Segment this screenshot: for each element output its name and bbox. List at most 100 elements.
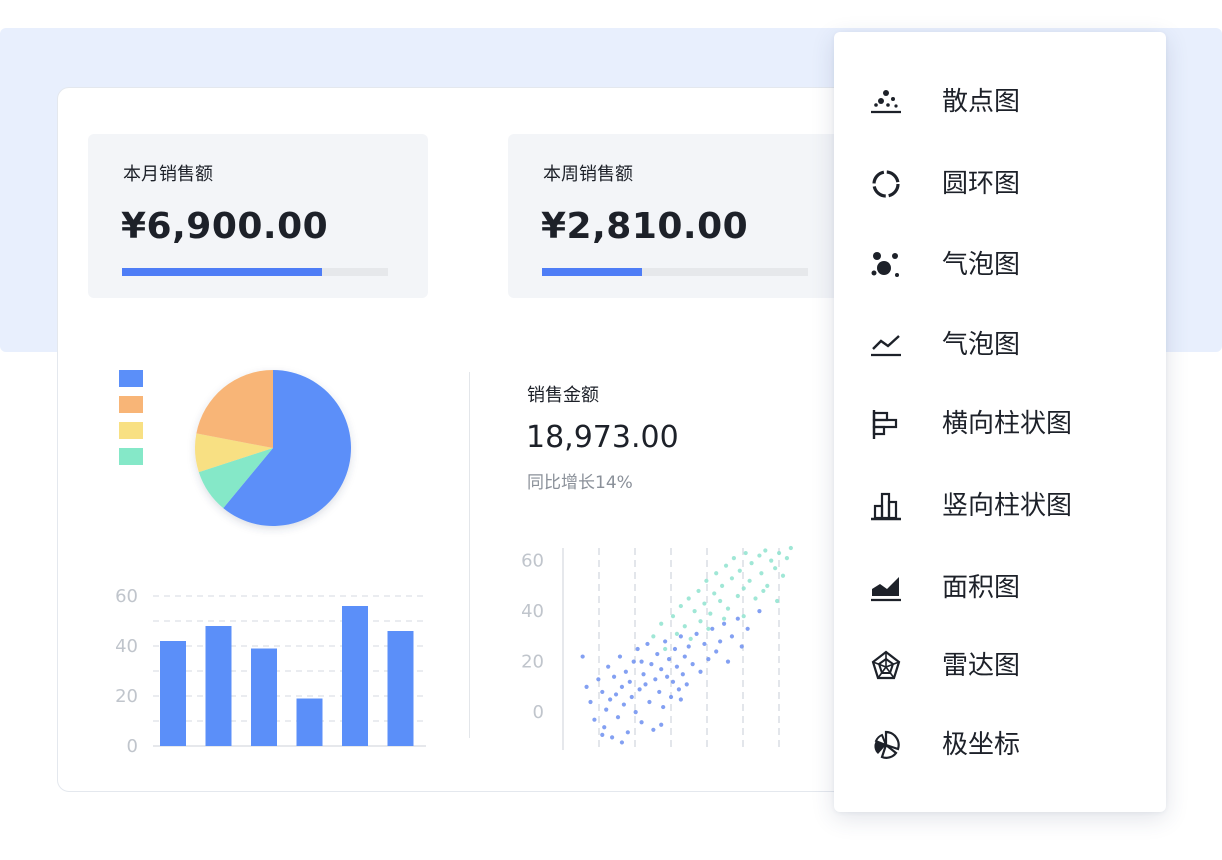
scatter-point (749, 561, 754, 566)
menu-item-vertical-bar[interactable]: 竖向柱状图 (834, 478, 1166, 534)
scatter-point (623, 669, 628, 674)
scatter-point (743, 550, 748, 556)
menu-item-horizontal-bar[interactable]: 横向柱状图 (834, 396, 1166, 452)
scatter-point (651, 634, 656, 639)
scatter-point (600, 689, 605, 695)
scatter-point (710, 626, 715, 631)
menu-item-polar[interactable]: 极坐标 (834, 717, 1166, 773)
menu-item-line[interactable]: 气泡图 (834, 317, 1166, 373)
scatter-point (625, 730, 630, 735)
monthly-sales-stat: 本月销售额 ¥6,900.00 (88, 134, 428, 298)
scatter-point (706, 657, 711, 662)
bubble-chart-icon (871, 252, 899, 277)
scatter-point (610, 735, 615, 740)
scatter-point (729, 576, 735, 581)
scatter-point (741, 586, 746, 591)
scatter-chart-icon (871, 90, 901, 114)
scatter-point (584, 684, 589, 689)
scatter-point (663, 639, 668, 644)
scatter-point (647, 699, 652, 705)
scatter-point (686, 596, 691, 601)
scatter-point (714, 571, 719, 576)
scatter-point (617, 654, 623, 659)
scatter-point (655, 651, 660, 657)
scatter-point (580, 654, 585, 659)
scatter-point (665, 674, 670, 679)
scatter-point (773, 566, 778, 571)
scatter-point (670, 614, 676, 619)
scatter-point (668, 694, 674, 700)
scatter-point (659, 621, 664, 626)
scatter-point (692, 609, 697, 614)
scatter-point (621, 702, 626, 707)
scatter-point (698, 619, 703, 624)
legend-swatch (119, 448, 143, 465)
menu-item-ring[interactable]: 圆环图 (834, 156, 1166, 212)
scatter-point (694, 631, 699, 636)
scatter-point (775, 598, 780, 604)
y-tick-label: 40 (115, 636, 138, 657)
scatter-point (678, 697, 683, 702)
scatter-chart: 0 20 40 60 (521, 545, 793, 750)
vertical-bar-chart-icon (871, 492, 901, 521)
legend-swatch (119, 422, 143, 439)
scatter-point (659, 667, 664, 672)
scatter-point (763, 548, 768, 553)
scatter-point (720, 583, 725, 588)
scatter-point (682, 624, 687, 629)
scatter-point (608, 697, 613, 702)
scatter-point (721, 616, 727, 621)
scatter-point (735, 593, 740, 599)
scatter-point (651, 727, 656, 732)
menu-item-bubble[interactable]: 气泡图 (834, 237, 1166, 293)
bar (342, 606, 368, 746)
scatter-point (753, 596, 758, 601)
scatter-point (706, 626, 711, 631)
menu-item-radar[interactable]: 雷达图 (834, 638, 1166, 694)
scatter-point (698, 669, 703, 674)
scatter-point (653, 677, 658, 682)
horizontal-bar-chart-icon (872, 410, 898, 439)
menu-item-scatter[interactable]: 散点图 (834, 74, 1166, 130)
scatter-point (725, 659, 731, 664)
scatter-point (678, 634, 683, 639)
scatter-point (712, 591, 717, 596)
scatter-point (708, 611, 713, 616)
scatter-point (649, 662, 654, 667)
y-tick-label: 60 (115, 586, 138, 607)
sales-value: 18,973.00 (526, 420, 679, 455)
menu-item-label: 竖向柱状图 (942, 491, 1073, 521)
scatter-point (761, 588, 766, 594)
stat-value: ¥6,900.00 (121, 206, 329, 247)
scatter-point (611, 674, 617, 679)
scatter-point (659, 722, 664, 727)
scatter-point (765, 583, 770, 588)
y-tick-label: 0 (127, 736, 138, 757)
bar-chart: 0 20 40 60 (115, 586, 426, 757)
scatter-point (776, 550, 782, 556)
scatter-point (619, 684, 625, 689)
scatter-point (678, 603, 683, 609)
stat-label: 本周销售额 (543, 164, 633, 185)
sales-label: 销售金额 (527, 385, 599, 406)
scatter-point (690, 662, 695, 667)
menu-item-label: 极坐标 (942, 730, 1021, 760)
scatter-point (663, 646, 668, 652)
y-tick-label: 20 (115, 686, 138, 707)
scatter-point (613, 692, 619, 697)
scatter-point (757, 553, 762, 558)
scatter-point (602, 725, 607, 730)
progress-bar (542, 268, 808, 276)
stat-label: 本月销售额 (123, 164, 213, 185)
scatter-point (718, 598, 723, 604)
polar-chart-icon (874, 730, 900, 759)
menu-item-label: 气泡图 (942, 250, 1021, 280)
scatter-point (641, 672, 646, 677)
scatter-point (714, 649, 719, 654)
menu-item-area[interactable]: 面积图 (834, 560, 1166, 616)
scatter-point (684, 682, 689, 687)
scatter-point (661, 704, 666, 710)
scatter-point (615, 715, 621, 720)
scatter-point (759, 571, 764, 576)
pie-chart (195, 370, 351, 526)
